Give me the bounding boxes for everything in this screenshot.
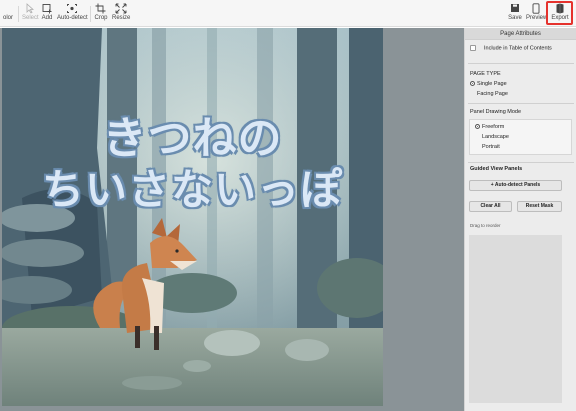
cursor-icon: [26, 3, 34, 14]
checkbox-icon: [470, 45, 476, 51]
divider: [468, 103, 574, 104]
add-frame-icon: [42, 4, 52, 14]
radio-selected-icon: [470, 81, 475, 87]
auto-detect-tool[interactable]: Auto-detect: [57, 3, 88, 25]
crop-icon: [95, 3, 106, 14]
divider: [468, 63, 574, 64]
crop-tool[interactable]: Crop: [94, 3, 108, 25]
single-page-radio[interactable]: Single Page: [470, 81, 507, 87]
page-type-heading: PAGE TYPE: [470, 71, 501, 77]
page-canvas[interactable]: きつねの ちいさないっぽ: [2, 28, 383, 406]
resize-tool[interactable]: Resize: [112, 3, 130, 25]
page-attributes-panel: Page Attributes Include in Table of Cont…: [464, 28, 576, 411]
app-window: olor Select Add Auto-detect Crop Resize …: [0, 0, 576, 411]
export-highlight: [546, 1, 573, 25]
auto-detect-icon: [67, 4, 77, 13]
preview-icon: [532, 3, 540, 14]
save-button[interactable]: Save: [508, 3, 522, 25]
color-icon: [2, 3, 14, 14]
panel-list[interactable]: [469, 235, 562, 403]
select-tool[interactable]: Select: [22, 3, 39, 25]
divider: [468, 162, 574, 163]
color-tool[interactable]: olor: [0, 3, 16, 25]
preview-button[interactable]: Preview: [526, 3, 547, 25]
drawing-mode-heading: Panel Drawing Mode: [470, 109, 522, 115]
resize-icon: [115, 3, 127, 14]
include-toc-checkbox[interactable]: Include in Table of Contents: [470, 45, 552, 51]
toolbar-separator: [18, 6, 19, 22]
radio-selected-icon: [475, 124, 480, 130]
portrait-radio[interactable]: Portrait: [475, 144, 500, 150]
add-tool[interactable]: Add: [40, 3, 54, 25]
facing-page-radio[interactable]: Facing Page: [470, 91, 508, 97]
story-title-line-2: ちいさないっぽ: [41, 165, 343, 214]
landscape-radio[interactable]: Landscape: [475, 134, 509, 140]
clear-all-button[interactable]: Clear All: [469, 201, 512, 212]
drag-hint: Drag to reorder: [470, 223, 501, 228]
toolbar: olor Select Add Auto-detect Crop Resize …: [0, 0, 576, 27]
save-icon: [511, 4, 519, 12]
reset-mask-button[interactable]: Reset Mask: [517, 201, 562, 212]
auto-detect-panels-button[interactable]: + Auto-detect Panels: [469, 180, 562, 191]
page-illustration: [2, 28, 383, 406]
toolbar-separator: [90, 6, 91, 22]
panel-header: Page Attributes: [465, 28, 576, 40]
guided-view-heading: Guided View Panels: [470, 166, 523, 172]
freeform-radio[interactable]: Freeform: [475, 124, 504, 130]
